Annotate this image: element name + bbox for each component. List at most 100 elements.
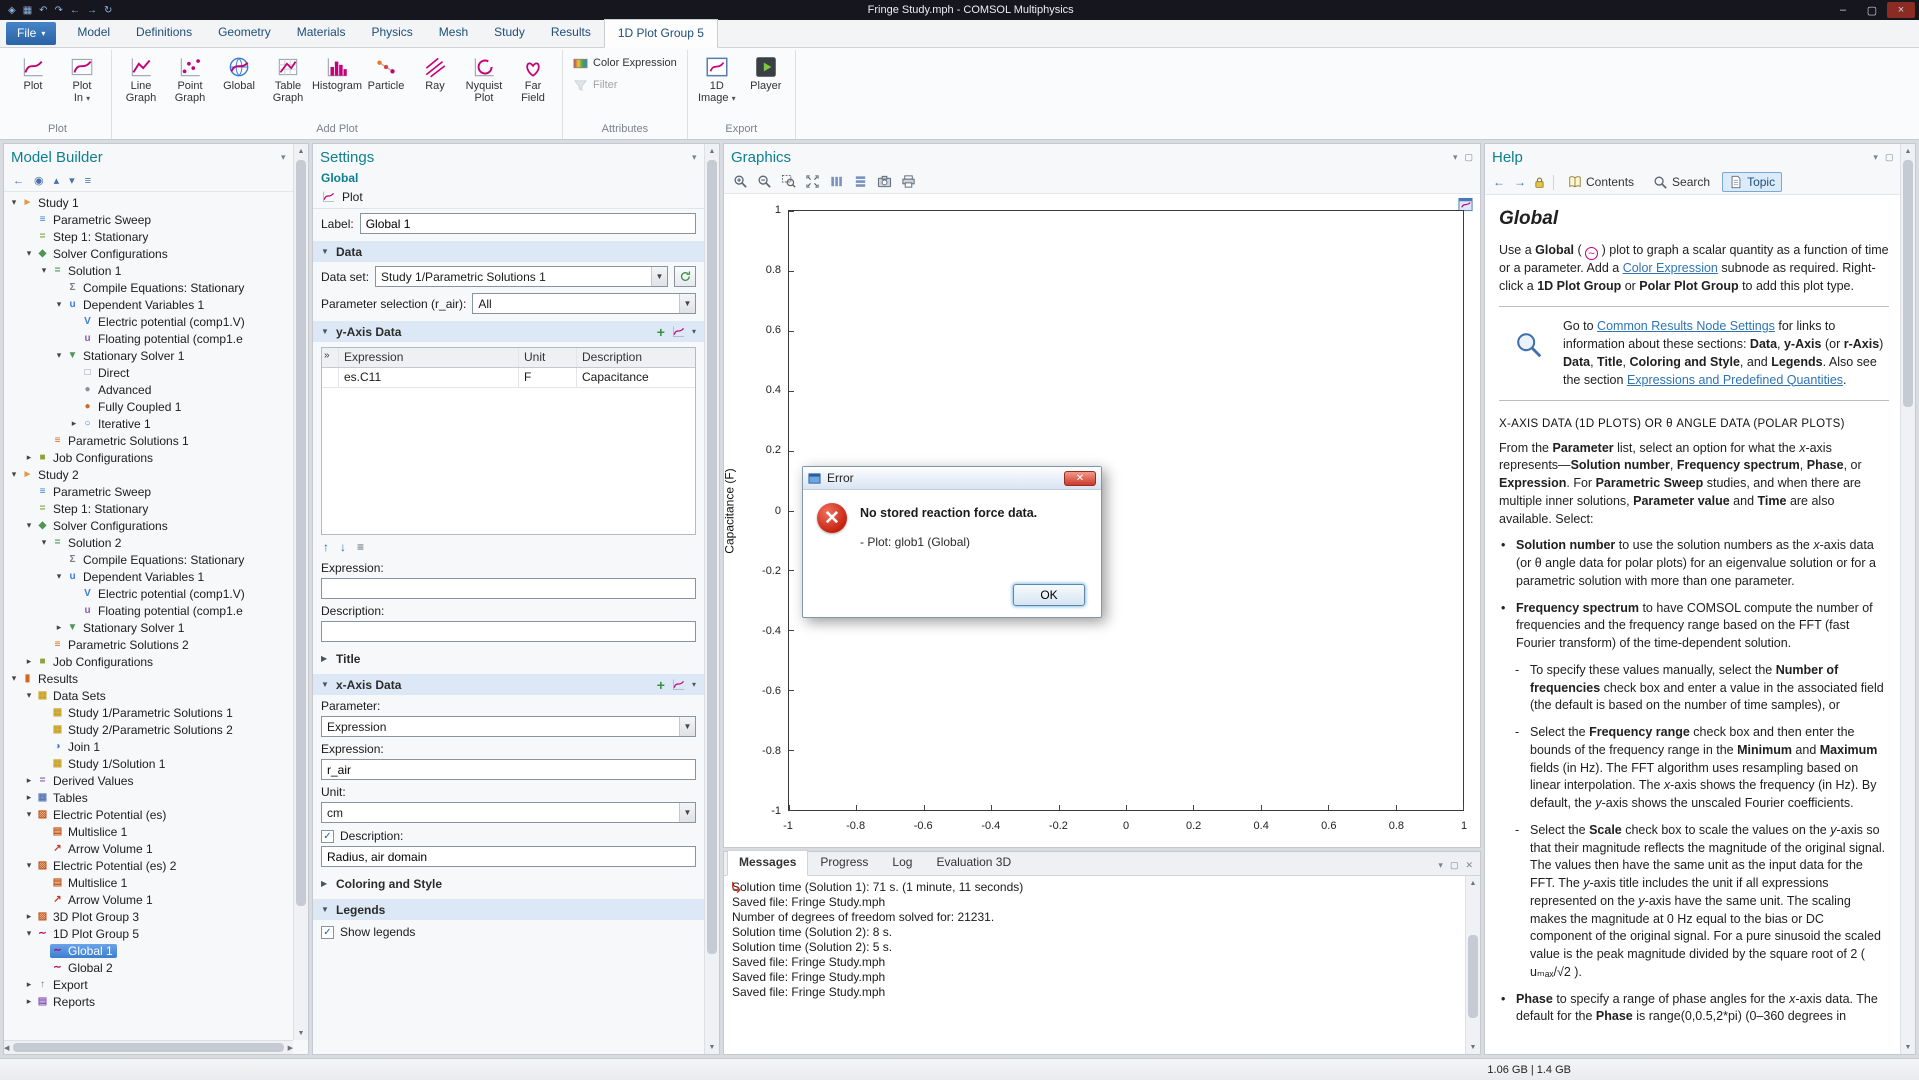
- tree-item-parametric-solutions-2[interactable]: ≡Parametric Solutions 2: [4, 636, 292, 653]
- print-icon[interactable]: [901, 174, 916, 189]
- help-link[interactable]: Color Expression: [1623, 261, 1718, 275]
- tree-item-data-sets[interactable]: ▾▦Data Sets: [4, 687, 292, 704]
- zoom-extents-icon[interactable]: [805, 174, 820, 189]
- ribbon-tab-results[interactable]: Results: [538, 19, 604, 47]
- maximize-button[interactable]: ▢: [1858, 2, 1886, 18]
- tree-open-icon[interactable]: ▾: [8, 469, 20, 480]
- color-expression-button[interactable]: Color Expression: [568, 53, 682, 73]
- tree-open-icon[interactable]: ▾: [53, 350, 65, 361]
- panel-menu-icon[interactable]: ▾: [1453, 152, 1458, 163]
- table-graph-button[interactable]: TableGraph: [264, 50, 312, 105]
- histogram-button[interactable]: Histogram: [313, 50, 361, 93]
- tree-item-solver-configurations[interactable]: ▾◆Solver Configurations: [4, 517, 292, 534]
- tree-closed-icon[interactable]: ▸: [23, 792, 35, 803]
- chevron-down-icon[interactable]: ▾: [692, 327, 696, 336]
- line-graph-button[interactable]: LineGraph: [117, 50, 165, 105]
- section-title[interactable]: ▶ Title: [313, 648, 704, 669]
- tree-open-icon[interactable]: ▾: [23, 520, 35, 531]
- tree-item-study-1[interactable]: ▾►Study 1: [4, 194, 292, 211]
- tab-messages[interactable]: Messages: [727, 850, 808, 876]
- file-menu-button[interactable]: File ▾: [6, 22, 56, 45]
- scroll-up-icon[interactable]: ▲: [294, 144, 308, 158]
- tree-open-icon[interactable]: ▾: [23, 248, 35, 259]
- expand-all-icon[interactable]: ▾: [69, 174, 75, 187]
- settings-scrollbar[interactable]: ▲ ▼: [704, 144, 719, 1054]
- y-expression-input[interactable]: [321, 578, 696, 599]
- tree-item-join-1[interactable]: ◑Join 1: [4, 738, 292, 755]
- tree-open-icon[interactable]: ▾: [8, 197, 20, 208]
- panel-menu-icon[interactable]: ▾: [281, 152, 286, 163]
- point-graph-button[interactable]: PointGraph: [166, 50, 214, 105]
- scroll-down-icon[interactable]: ▼: [1901, 1040, 1915, 1054]
- 1d-image-button[interactable]: 1DImage ▾: [693, 50, 741, 106]
- tree-item-step-1-stationary[interactable]: =Step 1: Stationary: [4, 500, 292, 517]
- tree-item-iterative-1[interactable]: ▸○Iterative 1: [4, 415, 292, 432]
- dialog-close-button[interactable]: ✕: [1064, 471, 1096, 486]
- scroll-right-icon[interactable]: ▶: [288, 1041, 293, 1055]
- tree-item-global-2[interactable]: ∼Global 2: [4, 959, 292, 976]
- tree-item-electric-potential-es[interactable]: ▾▨Electric Potential (es): [4, 806, 292, 823]
- forward-icon[interactable]: →: [87, 5, 97, 16]
- scroll-down-icon[interactable]: ▼: [1466, 1040, 1480, 1054]
- particle-button[interactable]: Particle: [362, 50, 410, 93]
- tree-closed-icon[interactable]: ▸: [23, 656, 35, 667]
- panel-menu-icon[interactable]: ▾: [692, 152, 697, 163]
- label-input[interactable]: [360, 213, 696, 234]
- panel-float-icon[interactable]: ▢: [1885, 152, 1894, 163]
- scroll-up-icon[interactable]: ▲: [1901, 144, 1915, 158]
- tree-item-fully-coupled-1[interactable]: ●Fully Coupled 1: [4, 398, 292, 415]
- graphics-canvas[interactable]: Capacitance (F) 10.80.60.40.20-0.2-0.4-0…: [724, 194, 1480, 847]
- x-description-input[interactable]: [321, 846, 696, 867]
- show-legends-checkbox[interactable]: ✓: [321, 926, 334, 939]
- parameter-selection-select[interactable]: All ▼: [472, 293, 696, 314]
- panel-float-icon[interactable]: ▢: [1464, 152, 1473, 163]
- update-icon[interactable]: ↻: [104, 5, 112, 16]
- plot-button[interactable]: Plot: [9, 50, 57, 93]
- refresh-dataset-button[interactable]: [674, 266, 696, 287]
- tree-item-job-configurations[interactable]: ▸■Job Configurations: [4, 653, 292, 670]
- y-axis-expression-table[interactable]: »ExpressionUnitDescription es.C11FCapaci…: [321, 347, 696, 535]
- tree-closed-icon[interactable]: ▸: [23, 996, 35, 1007]
- tree-item-electric-potential-comp1-v[interactable]: VElectric potential (comp1.V): [4, 313, 292, 330]
- panel-menu-icon[interactable]: ▾: [1873, 152, 1878, 163]
- view-bars-horizontal-icon[interactable]: [853, 174, 868, 189]
- zoom-out-icon[interactable]: [757, 174, 772, 189]
- snapshot-icon[interactable]: [877, 174, 892, 189]
- move-up-icon[interactable]: ↑: [323, 540, 329, 554]
- panel-menu-icon[interactable]: ▾: [1438, 860, 1443, 871]
- tree-item-advanced[interactable]: ●Advanced: [4, 381, 292, 398]
- nyquist-plot-button[interactable]: NyquistPlot: [460, 50, 508, 105]
- zoom-box-icon[interactable]: [781, 174, 796, 189]
- visibility-icon[interactable]: ◉: [34, 174, 44, 187]
- tree-item-compile-equations-stationary[interactable]: ΣCompile Equations: Stationary: [4, 551, 292, 568]
- collapse-all-icon[interactable]: ▴: [54, 174, 60, 187]
- ribbon-tab-materials[interactable]: Materials: [284, 19, 359, 47]
- search-button[interactable]: Search: [1646, 172, 1717, 193]
- tree-item-electric-potential-es-2[interactable]: ▾▨Electric Potential (es) 2: [4, 857, 292, 874]
- ribbon-tab-physics[interactable]: Physics: [358, 19, 425, 47]
- scroll-up-icon[interactable]: ▲: [705, 144, 719, 158]
- zoom-in-icon[interactable]: [733, 174, 748, 189]
- scroll-up-icon[interactable]: ▲: [1466, 876, 1480, 890]
- x-unit-select[interactable]: cm ▼: [321, 802, 696, 823]
- x-description-checkbox[interactable]: ✓: [321, 830, 334, 843]
- filter-button[interactable]: Filter: [568, 75, 622, 95]
- ribbon-tab-definitions[interactable]: Definitions: [123, 19, 205, 47]
- tree-closed-icon[interactable]: ▸: [23, 911, 35, 922]
- table-options-icon[interactable]: ≡: [357, 540, 364, 554]
- player-button[interactable]: Player: [742, 50, 790, 93]
- tree-item-parametric-solutions-1[interactable]: ≡Parametric Solutions 1: [4, 432, 292, 449]
- scroll-left-icon[interactable]: ◀: [4, 1041, 9, 1055]
- tree-open-icon[interactable]: ▾: [53, 571, 65, 582]
- add-expression-icon[interactable]: +: [657, 679, 665, 691]
- tree-item-parametric-sweep[interactable]: ≡Parametric Sweep: [4, 211, 292, 228]
- tree-item-multislice-1[interactable]: ▤Multislice 1: [4, 823, 292, 840]
- scroll-down-icon[interactable]: ▼: [294, 1026, 308, 1040]
- ribbon-tab-model[interactable]: Model: [64, 19, 123, 47]
- tree-item-derived-values[interactable]: ▸=Derived Values: [4, 772, 292, 789]
- tree-open-icon[interactable]: ▾: [23, 860, 35, 871]
- tree-options-icon[interactable]: ≡: [85, 175, 91, 187]
- tree-item-results[interactable]: ▾▮Results: [4, 670, 292, 687]
- tree-item-electric-potential-comp1-v[interactable]: VElectric potential (comp1.V): [4, 585, 292, 602]
- view-bars-vertical-icon[interactable]: [829, 174, 844, 189]
